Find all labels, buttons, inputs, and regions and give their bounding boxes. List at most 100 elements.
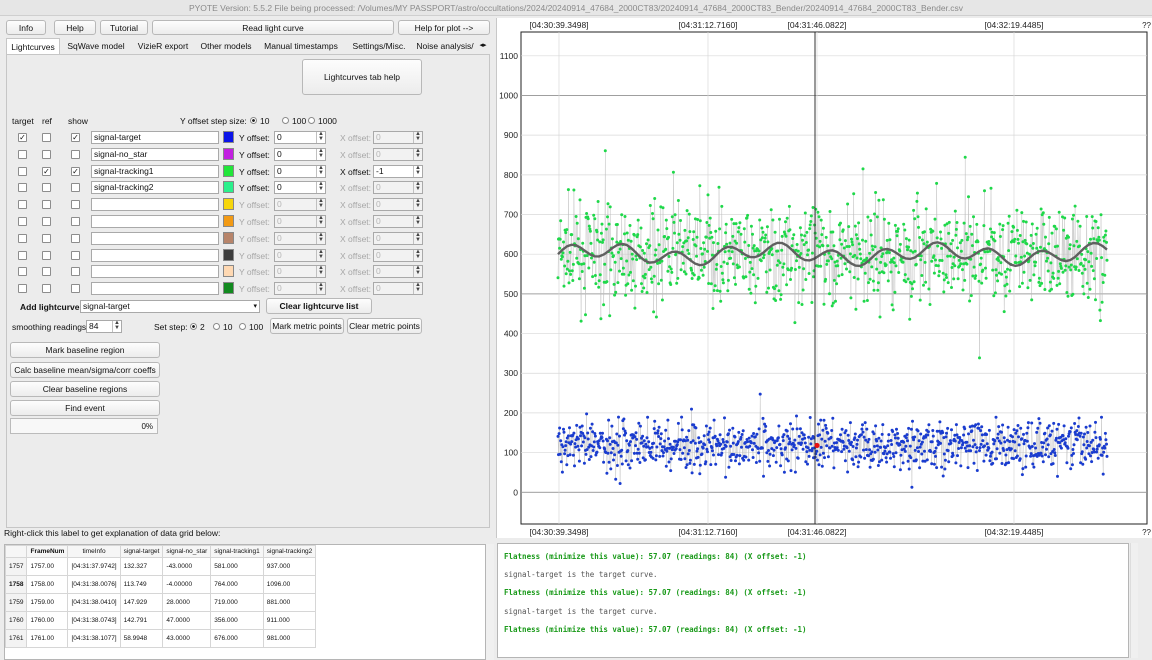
stepper-arrows-icon[interactable]: ▲ ▼ [413, 198, 422, 211]
lightcurve-name-6[interactable] [91, 231, 219, 245]
data-grid-label[interactable]: Right-click this label to get explanatio… [4, 528, 220, 538]
smoothing-readings-stepper[interactable]: 84 ▲ ▼ [86, 320, 122, 333]
lightcurve-name-7[interactable] [91, 248, 219, 262]
tab-other-models[interactable]: Other models [196, 38, 256, 54]
y-offset-stepper-3[interactable]: 0 ▲ ▼ [274, 181, 326, 195]
find-event-button[interactable]: Find event [10, 400, 160, 416]
table-row[interactable]: 1758 1758.00 [04:31:38.0076] 113.749 -4.0000… [5, 575, 317, 594]
stepper-arrows-icon[interactable]: ▲ ▼ [316, 249, 325, 261]
grid-cell[interactable]: -4.00000 [162, 575, 212, 594]
ref-checkbox-4[interactable] [42, 200, 51, 210]
tab-sqwave-model[interactable]: SqWave model [62, 38, 130, 54]
target-checkbox-3[interactable] [18, 183, 27, 193]
show-checkbox-9[interactable] [71, 284, 80, 294]
calc-baseline-button[interactable]: Calc baseline mean/sigma/corr coeffs [10, 362, 160, 378]
ref-checkbox-8[interactable] [42, 267, 51, 277]
set-step-radio-100[interactable] [239, 323, 246, 330]
show-checkbox-3[interactable] [71, 183, 80, 193]
grid-cell[interactable]: 1760.00 [26, 611, 69, 630]
grid-cell[interactable]: [04:31:38.0410] [67, 593, 121, 612]
grid-cell[interactable]: 1758.00 [26, 575, 69, 594]
grid-cell[interactable]: [04:31:37.9742] [67, 557, 121, 576]
grid-cell[interactable]: 43.0000 [162, 629, 212, 648]
target-checkbox-9[interactable] [18, 284, 27, 294]
show-checkbox-4[interactable] [71, 200, 80, 210]
clear-baseline-regions-button[interactable]: Clear baseline regions [10, 381, 160, 397]
grid-cell[interactable]: 981.000 [262, 629, 317, 648]
set-step-radio-10[interactable] [213, 323, 220, 330]
target-checkbox-8[interactable] [18, 267, 27, 277]
data-grid[interactable]: FrameNum timeInfo signal-target signal-no_s… [4, 544, 486, 660]
lightcurve-name-9[interactable] [91, 282, 219, 296]
x-offset-stepper-0[interactable]: 0 ▲ ▼ [373, 131, 423, 144]
grid-cell[interactable]: 1757.00 [26, 557, 69, 576]
show-checkbox-7[interactable] [71, 250, 80, 260]
target-checkbox-5[interactable] [18, 217, 27, 226]
show-checkbox-6[interactable] [71, 233, 80, 243]
color-swatch-9[interactable] [223, 282, 234, 295]
table-row[interactable]: 1760 1760.00 [04:31:38.0743] 142.791 47.0000… [5, 611, 317, 630]
lightcurve-name-3[interactable]: signal-tracking2 [91, 181, 219, 195]
tab-vizier-export[interactable]: VizieR export [132, 38, 194, 54]
color-swatch-1[interactable] [223, 147, 234, 160]
color-swatch-5[interactable] [223, 215, 234, 227]
grid-cell[interactable]: 356.000 [210, 611, 264, 630]
info-button[interactable]: Info [6, 20, 46, 35]
ref-checkbox-1[interactable] [42, 149, 51, 159]
color-swatch-6[interactable] [223, 231, 234, 244]
y-step-radio-100[interactable] [282, 117, 289, 124]
stepper-arrows-icon[interactable]: ▲ ▼ [413, 215, 422, 227]
lightcurve-name-1[interactable]: signal-no_star [91, 147, 219, 161]
y-offset-stepper-0[interactable]: 0 ▲ ▼ [274, 131, 326, 144]
tab-noise-analysis[interactable]: Noise analysis/ [414, 38, 476, 54]
grid-column-header[interactable]: signal-no_star [162, 545, 212, 558]
show-checkbox-0[interactable]: ✓ [71, 133, 80, 142]
grid-column-header[interactable]: signal-tracking2 [262, 545, 317, 558]
color-swatch-8[interactable] [223, 265, 234, 278]
lightcurve-name-0[interactable]: signal-target [91, 131, 219, 144]
clear-lightcurve-list-button[interactable]: Clear lightcurve list [266, 298, 372, 314]
grid-cell[interactable]: 47.0000 [162, 611, 212, 630]
x-offset-stepper-2[interactable]: -1 ▲ ▼ [373, 164, 423, 178]
ref-checkbox-6[interactable] [42, 233, 51, 243]
grid-cell[interactable]: 142.791 [119, 611, 164, 630]
stepper-arrows-icon[interactable]: ▲ ▼ [112, 320, 121, 332]
color-swatch-2[interactable] [223, 164, 234, 177]
color-swatch-4[interactable] [223, 198, 234, 211]
ref-checkbox-5[interactable] [42, 217, 51, 226]
stepper-arrows-icon[interactable]: ▲ ▼ [316, 131, 325, 143]
grid-cell[interactable]: [04:31:38.0076] [67, 575, 121, 594]
ref-checkbox-3[interactable] [42, 183, 51, 193]
table-row[interactable]: 1759 1759.00 [04:31:38.0410] 147.929 28.0000… [5, 593, 317, 612]
grid-cell[interactable]: -43.0000 [162, 557, 212, 576]
set-step-radio-2[interactable] [190, 323, 197, 330]
grid-cell[interactable]: 764.000 [210, 575, 264, 594]
tab-settings-misc[interactable]: Settings/Misc. [346, 38, 412, 54]
mark-metric-points-button[interactable]: Mark metric points [270, 318, 344, 334]
target-checkbox-4[interactable] [18, 200, 27, 210]
stepper-arrows-icon[interactable]: ▲ ▼ [413, 181, 422, 194]
x-offset-stepper-4[interactable]: 0 ▲ ▼ [373, 198, 423, 212]
clear-metric-points-button[interactable]: Clear metric points [347, 318, 422, 334]
grid-cell[interactable]: 28.0000 [162, 593, 212, 612]
x-offset-stepper-8[interactable]: 0 ▲ ▼ [373, 265, 423, 279]
y-offset-stepper-2[interactable]: 0 ▲ ▼ [274, 164, 326, 178]
x-offset-stepper-1[interactable]: 0 ▲ ▼ [373, 147, 423, 161]
lightcurve-name-8[interactable] [91, 265, 219, 279]
ref-checkbox-2[interactable]: ✓ [42, 166, 51, 176]
ref-checkbox-9[interactable] [42, 284, 51, 294]
x-offset-stepper-5[interactable]: 0 ▲ ▼ [373, 215, 423, 228]
grid-cell[interactable]: 113.749 [119, 575, 164, 594]
stepper-arrows-icon[interactable]: ▲ ▼ [316, 181, 325, 194]
tab-lightcurves[interactable]: Lightcurves [6, 38, 60, 54]
grid-cell[interactable]: 147.929 [119, 593, 164, 612]
read-light-curve-button[interactable]: Read light curve [152, 20, 394, 35]
grid-column-header[interactable]: signal-target [119, 545, 164, 558]
y-offset-stepper-8[interactable]: 0 ▲ ▼ [274, 265, 326, 279]
y-offset-stepper-5[interactable]: 0 ▲ ▼ [274, 215, 326, 228]
color-swatch-3[interactable] [223, 181, 234, 194]
stepper-arrows-icon[interactable]: ▲ ▼ [316, 148, 325, 160]
data-grid-scrollbar[interactable] [486, 544, 494, 660]
x-offset-stepper-7[interactable]: 0 ▲ ▼ [373, 248, 423, 262]
stepper-arrows-icon[interactable]: ▲ ▼ [413, 232, 422, 244]
